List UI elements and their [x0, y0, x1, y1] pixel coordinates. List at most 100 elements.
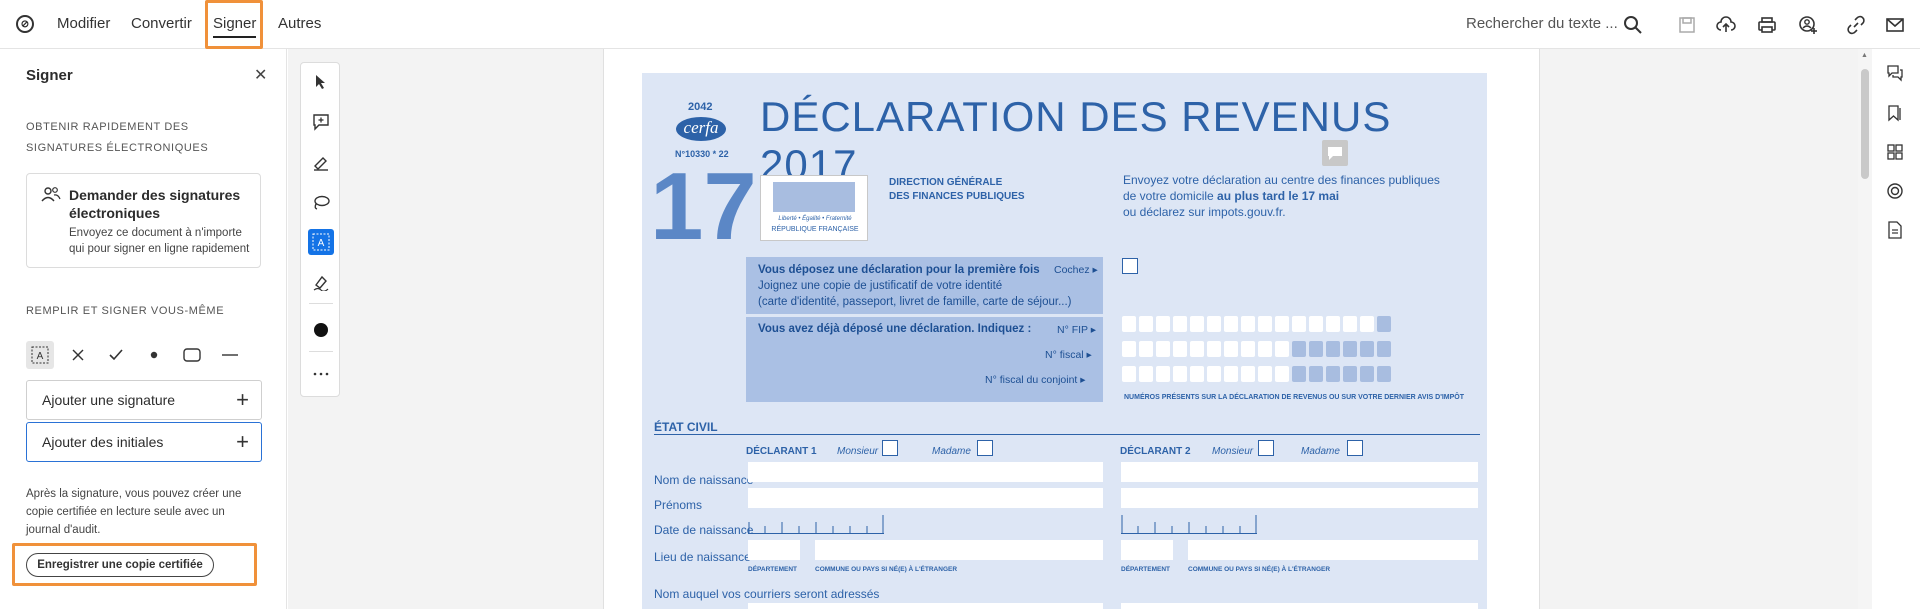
comment-note-icon[interactable]: [1322, 140, 1348, 166]
text-field-icon[interactable]: A: [26, 341, 54, 369]
plus-icon: +: [236, 387, 249, 412]
madame-1-checkbox[interactable]: [977, 440, 993, 456]
rectangle-icon[interactable]: [178, 341, 206, 369]
republic-logo: Liberté • Égalité • Fraternité RÉPUBLIQU…: [760, 175, 868, 241]
scrollbar-thumb[interactable]: [1861, 69, 1869, 179]
add-comment-icon[interactable]: [308, 109, 334, 135]
fiscal-digits[interactable]: [1122, 341, 1394, 357]
departement-1-field[interactable]: [748, 540, 800, 560]
cochez-label: Cochez ▸: [1054, 264, 1098, 276]
document-properties-icon[interactable]: [1884, 219, 1906, 241]
sign-pen-icon[interactable]: [308, 269, 334, 295]
form-big-number: 17: [650, 153, 757, 260]
fill-sign-tools: A: [26, 341, 254, 369]
bookmarks-icon[interactable]: [1884, 102, 1906, 124]
commune-2-field[interactable]: [1188, 540, 1478, 560]
notice-line-3: ou déclarez sur impots.gouv.fr.: [1123, 205, 1286, 219]
republic-motto: Liberté • Égalité • Fraternité: [778, 216, 852, 222]
close-icon[interactable]: ✕: [254, 65, 267, 85]
mail-icon[interactable]: [1884, 14, 1906, 36]
dot-icon[interactable]: [140, 341, 168, 369]
etat-civil-heading: ÉTAT CIVIL: [654, 420, 718, 434]
app-home-icon[interactable]: ⊘: [16, 15, 34, 33]
departement-2-caption: DÉPARTEMENT: [1121, 566, 1170, 573]
commune-1-field[interactable]: [815, 540, 1103, 560]
save-icon[interactable]: [1676, 14, 1698, 36]
highlight-signer-tab: [205, 0, 263, 49]
add-initials-button[interactable]: Ajouter des initiales +: [26, 422, 262, 462]
annotation-toolstrip: A: [300, 62, 340, 397]
fiscal-conjoint-label: N° fiscal du conjoint ▸: [985, 374, 1086, 386]
share-user-icon[interactable]: [1797, 14, 1819, 36]
fip-digits[interactable]: [1122, 316, 1394, 332]
madame-2-checkbox[interactable]: [1347, 440, 1363, 456]
etat-civil-divider: [654, 434, 1480, 435]
courriers-2-field[interactable]: [1121, 603, 1478, 609]
print-icon[interactable]: [1756, 14, 1778, 36]
svg-text:A: A: [318, 238, 325, 249]
checkmark-icon[interactable]: [102, 341, 130, 369]
target-icon[interactable]: [1884, 180, 1906, 202]
more-options-icon[interactable]: [308, 361, 334, 387]
departement-1-caption: DÉPARTEMENT: [748, 566, 797, 573]
highlight-certified-button: [12, 543, 257, 586]
search-icon[interactable]: [1622, 14, 1644, 36]
card-title: Demander des signatures électroniques: [69, 187, 241, 221]
plus-icon: +: [236, 429, 249, 454]
menu-modifier[interactable]: Modifier: [57, 15, 110, 32]
monsieur-1-label: Monsieur: [837, 446, 879, 457]
prenoms-1-field[interactable]: [748, 488, 1103, 508]
nom-naissance-1-field[interactable]: [748, 462, 1103, 482]
scroll-up-icon[interactable]: ▲: [1861, 52, 1869, 60]
date-naissance-2-field[interactable]: [1121, 514, 1257, 534]
departement-2-field[interactable]: [1121, 540, 1173, 560]
monsieur-2-checkbox[interactable]: [1258, 440, 1274, 456]
courriers-label: Nom auquel vos courriers seront adressés: [654, 587, 880, 601]
highlight-pen-icon[interactable]: [308, 149, 334, 175]
add-signature-button[interactable]: Ajouter une signature +: [26, 380, 262, 420]
lasso-draw-icon[interactable]: [308, 189, 334, 215]
cloud-upload-icon[interactable]: [1715, 14, 1737, 36]
card-description: Envoyez ce document à n'importe qui pour…: [69, 227, 250, 255]
link-icon[interactable]: [1845, 14, 1867, 36]
republic-name: RÉPUBLIQUE FRANÇAISE: [771, 226, 859, 233]
first-time-checkbox[interactable]: [1122, 258, 1138, 274]
date-naissance-1-field[interactable]: [748, 514, 884, 534]
prenoms-label: Prénoms: [654, 498, 703, 512]
select-cursor-icon[interactable]: [308, 69, 334, 95]
justif-line-2: (carte d'identité, passeport, livret de …: [758, 296, 1072, 308]
thumbnails-icon[interactable]: [1884, 141, 1906, 163]
nom-naissance-2-field[interactable]: [1121, 462, 1478, 482]
commune-1-caption: COMMUNE OU PAYS SI NÉ(E) À L'ÉTRANGER: [815, 566, 958, 573]
color-dot-icon[interactable]: [308, 317, 334, 343]
fiscal-conjoint-digits[interactable]: [1122, 366, 1394, 382]
menu-convertir[interactable]: Convertir: [131, 15, 192, 32]
comments-icon[interactable]: [1884, 62, 1906, 84]
prenoms-2-field[interactable]: [1121, 488, 1478, 508]
courriers-1-field[interactable]: [748, 603, 1103, 609]
top-menu-bar: ⊘ Modifier Convertir Signer Autres Reche…: [0, 0, 1920, 49]
cerfa-number: 2042: [688, 101, 713, 113]
numbers-note: NUMÉROS PRÉSENTS SUR LA DÉCLARATION DE R…: [1124, 394, 1465, 401]
cross-icon[interactable]: [64, 341, 92, 369]
monsieur-1-checkbox[interactable]: [882, 440, 898, 456]
fip-label: N° FIP ▸: [1057, 324, 1097, 336]
tax-form: 2042 cerfa N°10330 * 22 DÉCLARATION DES …: [642, 73, 1487, 609]
panel-title: Signer: [26, 67, 73, 84]
text-box-icon[interactable]: A: [308, 229, 334, 255]
search-text-label[interactable]: Rechercher du texte ...: [1466, 15, 1618, 32]
line-icon[interactable]: [216, 341, 244, 369]
direction-line-2: DES FINANCES PUBLIQUES: [889, 191, 1025, 202]
cerfa-logo: cerfa: [676, 117, 726, 141]
notice-deadline: au plus tard le 17 mai: [1217, 189, 1340, 203]
menu-autres[interactable]: Autres: [278, 15, 321, 32]
vertical-scrollbar[interactable]: ▲: [1858, 49, 1872, 609]
certified-copy-note: Après la signature, vous pouvez créer un…: [26, 488, 242, 536]
lieu-naissance-label: Lieu de naissance: [654, 550, 751, 564]
monsieur-2-label: Monsieur: [1212, 446, 1254, 457]
commune-2-caption: COMMUNE OU PAYS SI NÉ(E) À L'ÉTRANGER: [1188, 566, 1331, 573]
people-icon: [41, 186, 61, 209]
sign-panel: Signer ✕ OBTENIR RAPIDEMENT DES SIGNATUR…: [0, 49, 287, 609]
toolstrip-divider: [309, 351, 333, 352]
request-signatures-card[interactable]: Demander des signatures électroniques En…: [26, 173, 261, 268]
